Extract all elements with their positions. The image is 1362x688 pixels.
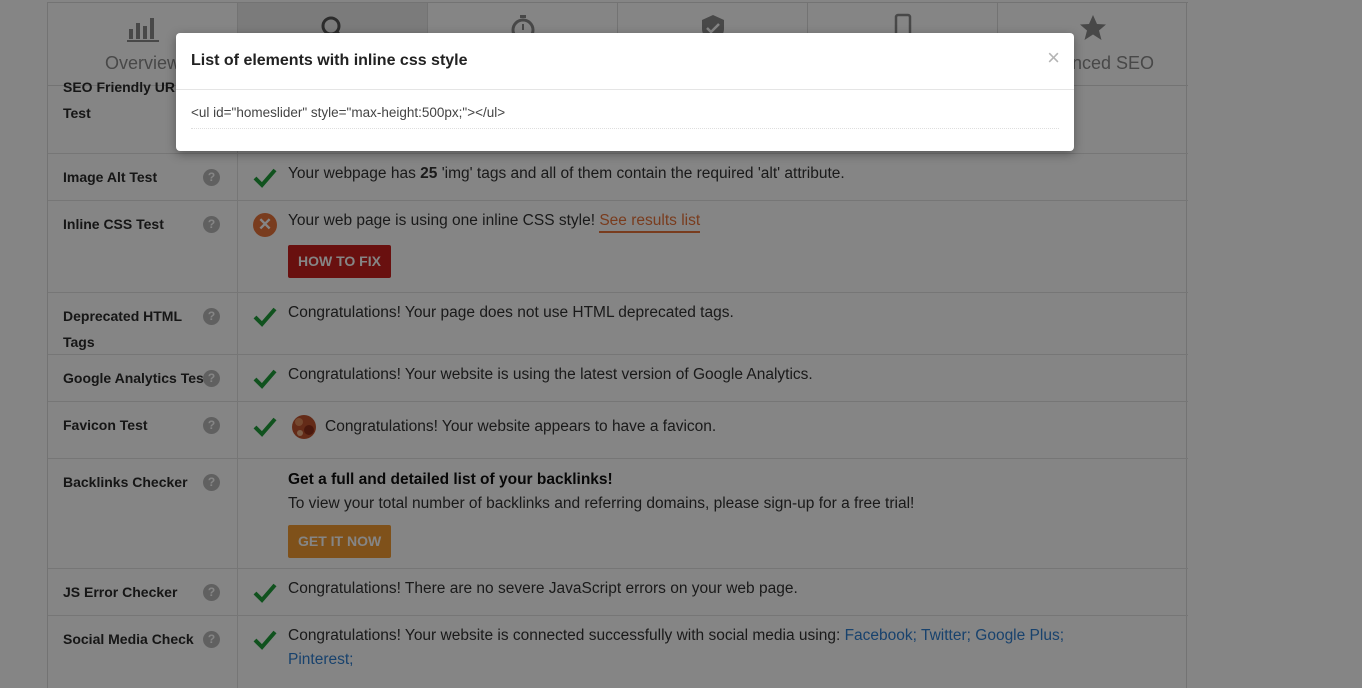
inline-css-element-code: <ul id="homeslider" style="max-height:50… <box>191 105 1059 129</box>
modal-title: List of elements with inline css style <box>191 52 468 69</box>
modal-divider <box>176 89 1074 90</box>
inline-css-modal: List of elements with inline css style ×… <box>176 33 1074 151</box>
page: Overview nced SEO SEO Friendly URL Test … <box>0 0 1362 688</box>
close-icon[interactable]: × <box>1047 47 1060 69</box>
